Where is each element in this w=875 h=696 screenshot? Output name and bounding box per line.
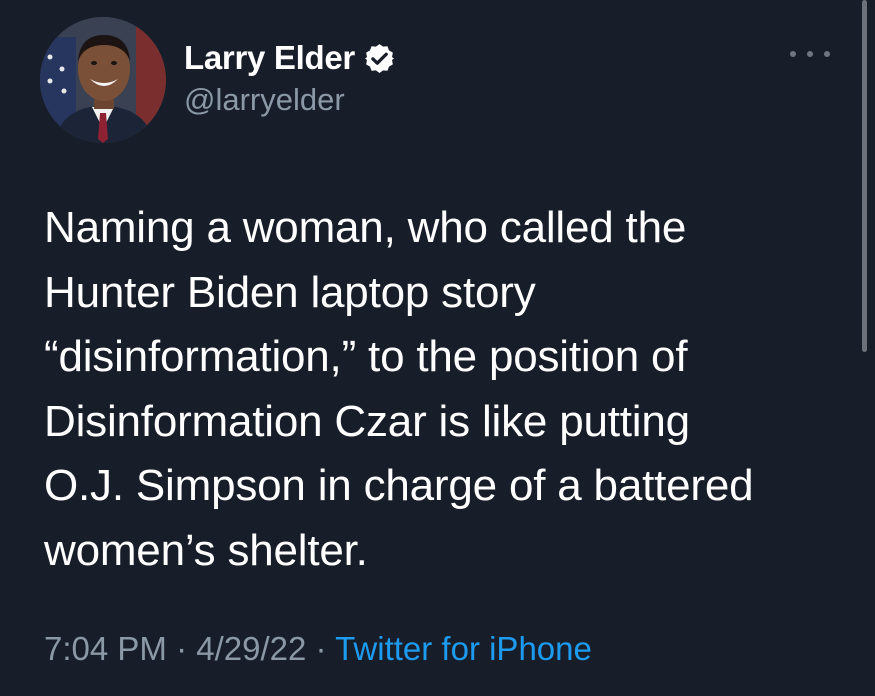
tweet-time[interactable]: 7:04 PM bbox=[44, 630, 167, 667]
more-dot bbox=[824, 51, 830, 57]
more-dot bbox=[790, 51, 796, 57]
tweet-text: Naming a woman, who called the Hunter Bid… bbox=[44, 196, 844, 583]
scrollbar[interactable] bbox=[862, 0, 867, 352]
tweet-text-line: Hunter Biden laptop story bbox=[44, 267, 536, 317]
tweet-text-line: Naming a woman, who called the bbox=[44, 203, 687, 252]
tweet-meta: 7:04 PM · 4/29/22 · Twitter for iPhone bbox=[44, 630, 592, 668]
tweet-text-line: “disinformation,” to the position of bbox=[44, 332, 688, 381]
meta-separator: · bbox=[166, 630, 197, 667]
tweet-text-line: Disinformation Czar is like putting bbox=[44, 396, 690, 446]
author-name-row: Larry Elder bbox=[184, 38, 396, 78]
verified-badge-icon bbox=[363, 42, 396, 75]
author-block: Larry Elder @larryelder bbox=[184, 38, 396, 118]
avatar-image bbox=[40, 17, 166, 143]
tweet-date[interactable]: 4/29/22 bbox=[196, 630, 306, 667]
tweet-container: Larry Elder @larryelder Naming a woman, … bbox=[0, 0, 875, 696]
more-dot bbox=[807, 51, 813, 57]
tweet-source-link[interactable]: Twitter for iPhone bbox=[335, 630, 592, 667]
author-handle[interactable]: @larryelder bbox=[184, 82, 396, 118]
meta-separator: · bbox=[306, 630, 336, 667]
more-options-icon[interactable] bbox=[790, 44, 830, 64]
avatar[interactable] bbox=[40, 17, 166, 143]
tweet-text-line: women’s shelter. bbox=[44, 525, 368, 575]
author-display-name[interactable]: Larry Elder bbox=[184, 39, 355, 77]
tweet-text-line: O.J. Simpson in charge of a battered bbox=[44, 461, 754, 510]
